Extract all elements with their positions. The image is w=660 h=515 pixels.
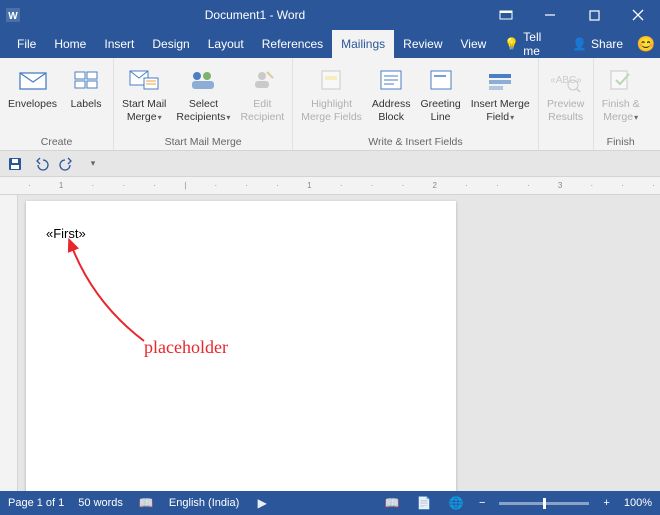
print-layout-icon[interactable]: 📄 [415, 495, 433, 511]
labels-button[interactable]: Labels [65, 62, 107, 113]
ribbon: Envelopes Labels Create Start Mail Merge… [0, 58, 660, 151]
zoom-in-button[interactable]: + [603, 497, 609, 509]
undo-button[interactable] [32, 155, 50, 173]
labels-icon [72, 64, 100, 96]
annotation-label: placeholder [144, 337, 228, 358]
svg-text:«ABC»: «ABC» [551, 75, 581, 86]
workspace: · 1 · · · | · · · 1 · · · 2 · · · 3 · · … [0, 177, 660, 491]
select-recipients-button[interactable]: Select Recipients▾ [174, 62, 232, 125]
qat-customize[interactable]: ▾ [84, 155, 102, 173]
menu-mailings[interactable]: Mailings [332, 30, 394, 58]
start-mail-merge-button[interactable]: Start Mail Merge▾ [120, 62, 168, 125]
greeting-icon [428, 64, 454, 96]
menu-share[interactable]: 👤Share [563, 30, 632, 58]
greeting-line-button[interactable]: Greeting Line [418, 62, 462, 125]
minimize-button[interactable] [528, 0, 572, 30]
menu-tellme[interactable]: 💡Tell me [495, 30, 563, 58]
menu-insert[interactable]: Insert [95, 30, 143, 58]
title-bar: W Document1 - Word [0, 0, 660, 30]
highlight-merge-fields-button[interactable]: Highlight Merge Fields [299, 62, 364, 125]
menu-home[interactable]: Home [45, 30, 95, 58]
svg-text:W: W [8, 11, 18, 22]
feedback-smile-icon[interactable]: 😊 [632, 30, 660, 58]
finish-icon [607, 64, 635, 96]
address-block-icon [378, 64, 404, 96]
recipients-icon [188, 64, 218, 96]
chevron-down-icon: ▾ [510, 113, 514, 122]
envelopes-button[interactable]: Envelopes [6, 62, 59, 113]
macro-icon[interactable]: ▶ [253, 495, 271, 511]
spellcheck-icon[interactable]: 📖 [137, 495, 155, 511]
maximize-button[interactable] [572, 0, 616, 30]
insert-merge-field-button[interactable]: Insert Merge Field▾ [469, 62, 532, 125]
window-title: Document1 - Word [26, 8, 484, 22]
chevron-down-icon: ▾ [634, 113, 638, 122]
redo-button[interactable] [58, 155, 76, 173]
menu-view[interactable]: View [452, 30, 496, 58]
status-bar: Page 1 of 1 50 words 📖 English (India) ▶… [0, 491, 660, 515]
menu-references[interactable]: References [253, 30, 332, 58]
app-icon: W [0, 7, 26, 23]
close-button[interactable] [616, 0, 660, 30]
finish-merge-button[interactable]: Finish & Merge▾ [600, 62, 642, 125]
annotation-arrow [54, 233, 174, 353]
horizontal-ruler[interactable]: · 1 · · · | · · · 1 · · · 2 · · · 3 · · … [0, 177, 660, 195]
word-count[interactable]: 50 words [78, 497, 123, 509]
address-block-button[interactable]: Address Block [370, 62, 413, 125]
quick-access-toolbar: ▾ [0, 151, 660, 177]
chevron-down-icon: ▾ [226, 113, 230, 122]
zoom-out-button[interactable]: − [479, 497, 485, 509]
ribbon-display-options-button[interactable] [484, 0, 528, 30]
preview-icon: «ABC» [551, 64, 581, 96]
mail-merge-icon [128, 64, 160, 96]
page-indicator[interactable]: Page 1 of 1 [8, 497, 64, 509]
web-layout-icon[interactable]: 🌐 [447, 495, 465, 511]
document-area: · 1 · · · | · · · 1 · · · 2 · · · 3 · · … [0, 177, 660, 491]
menu-layout[interactable]: Layout [199, 30, 253, 58]
menu-review[interactable]: Review [394, 30, 451, 58]
chevron-down-icon: ▾ [158, 113, 162, 122]
menu-design[interactable]: Design [143, 30, 198, 58]
language-indicator[interactable]: English (India) [169, 497, 239, 509]
vertical-ruler[interactable] [0, 195, 18, 491]
zoom-level[interactable]: 100% [624, 497, 652, 509]
preview-results-button[interactable]: «ABC» Preview Results [545, 62, 587, 125]
highlight-icon [319, 64, 345, 96]
menu-file[interactable]: File [8, 30, 45, 58]
insert-field-icon [487, 64, 513, 96]
merge-field-first[interactable]: «First» [46, 226, 86, 241]
edit-recipient-icon [249, 64, 275, 96]
zoom-slider[interactable] [499, 502, 589, 505]
read-mode-icon[interactable]: 📖 [383, 495, 401, 511]
document-page[interactable]: «First» placeholder [26, 201, 456, 491]
menu-bar: File Home Insert Design Layout Reference… [0, 30, 660, 58]
save-button[interactable] [6, 155, 24, 173]
edit-recipient-button[interactable]: Edit Recipient [238, 62, 286, 125]
envelope-icon [18, 64, 48, 96]
